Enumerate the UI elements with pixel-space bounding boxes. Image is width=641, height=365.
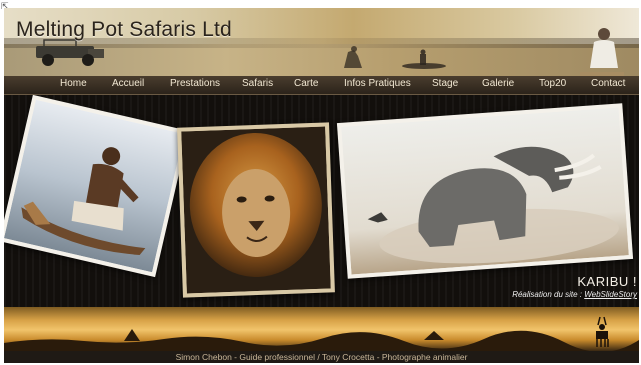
photo-elephants[interactable] bbox=[336, 103, 634, 279]
nav-top20[interactable]: Top20 bbox=[539, 78, 566, 89]
credit-prefix: Réalisation du site : bbox=[512, 290, 585, 299]
nav-infos-pratiques[interactable]: Infos Pratiques bbox=[344, 78, 411, 89]
lion-image bbox=[181, 126, 331, 294]
browser-frame: ⇱ Melting Pot Safaris Ltd Home Accueil P… bbox=[0, 0, 641, 365]
elephants-image bbox=[341, 107, 629, 275]
credit-link[interactable]: WebSlideStory bbox=[584, 290, 637, 299]
site-credit: Réalisation du site : WebSlideStory bbox=[512, 290, 637, 299]
nav-contact[interactable]: Contact bbox=[591, 78, 625, 89]
banner-person bbox=[580, 28, 624, 76]
nav-stage[interactable]: Stage bbox=[432, 78, 458, 89]
nav-carte[interactable]: Carte bbox=[294, 78, 318, 89]
safari-jeep-icon bbox=[36, 39, 104, 66]
photo-lion[interactable] bbox=[177, 122, 335, 298]
main-navigation: Home Accueil Prestations Safaris Carte I… bbox=[4, 76, 639, 95]
nav-prestations[interactable]: Prestations bbox=[170, 78, 220, 89]
antelope-silhouette-icon bbox=[596, 316, 609, 347]
footer-sunset-banner bbox=[4, 307, 639, 351]
fisherman-image bbox=[4, 99, 185, 273]
gallery-area bbox=[4, 94, 639, 307]
header-banner: Melting Pot Safaris Ltd bbox=[4, 8, 639, 76]
site-title[interactable]: Melting Pot Safaris Ltd bbox=[16, 18, 232, 42]
nav-accueil[interactable]: Accueil bbox=[112, 78, 144, 89]
savanna-silhouette bbox=[4, 329, 639, 351]
nav-galerie[interactable]: Galerie bbox=[482, 78, 514, 89]
greeting-text: KARIBU ! bbox=[577, 274, 637, 289]
footer-credits: Simon Chebon - Guide professionnel / Ton… bbox=[175, 352, 468, 362]
nav-safaris[interactable]: Safaris bbox=[242, 78, 273, 89]
nav-home[interactable]: Home bbox=[60, 78, 87, 89]
website: Melting Pot Safaris Ltd Home Accueil Pre… bbox=[4, 8, 639, 363]
banner-figures bbox=[344, 46, 446, 69]
